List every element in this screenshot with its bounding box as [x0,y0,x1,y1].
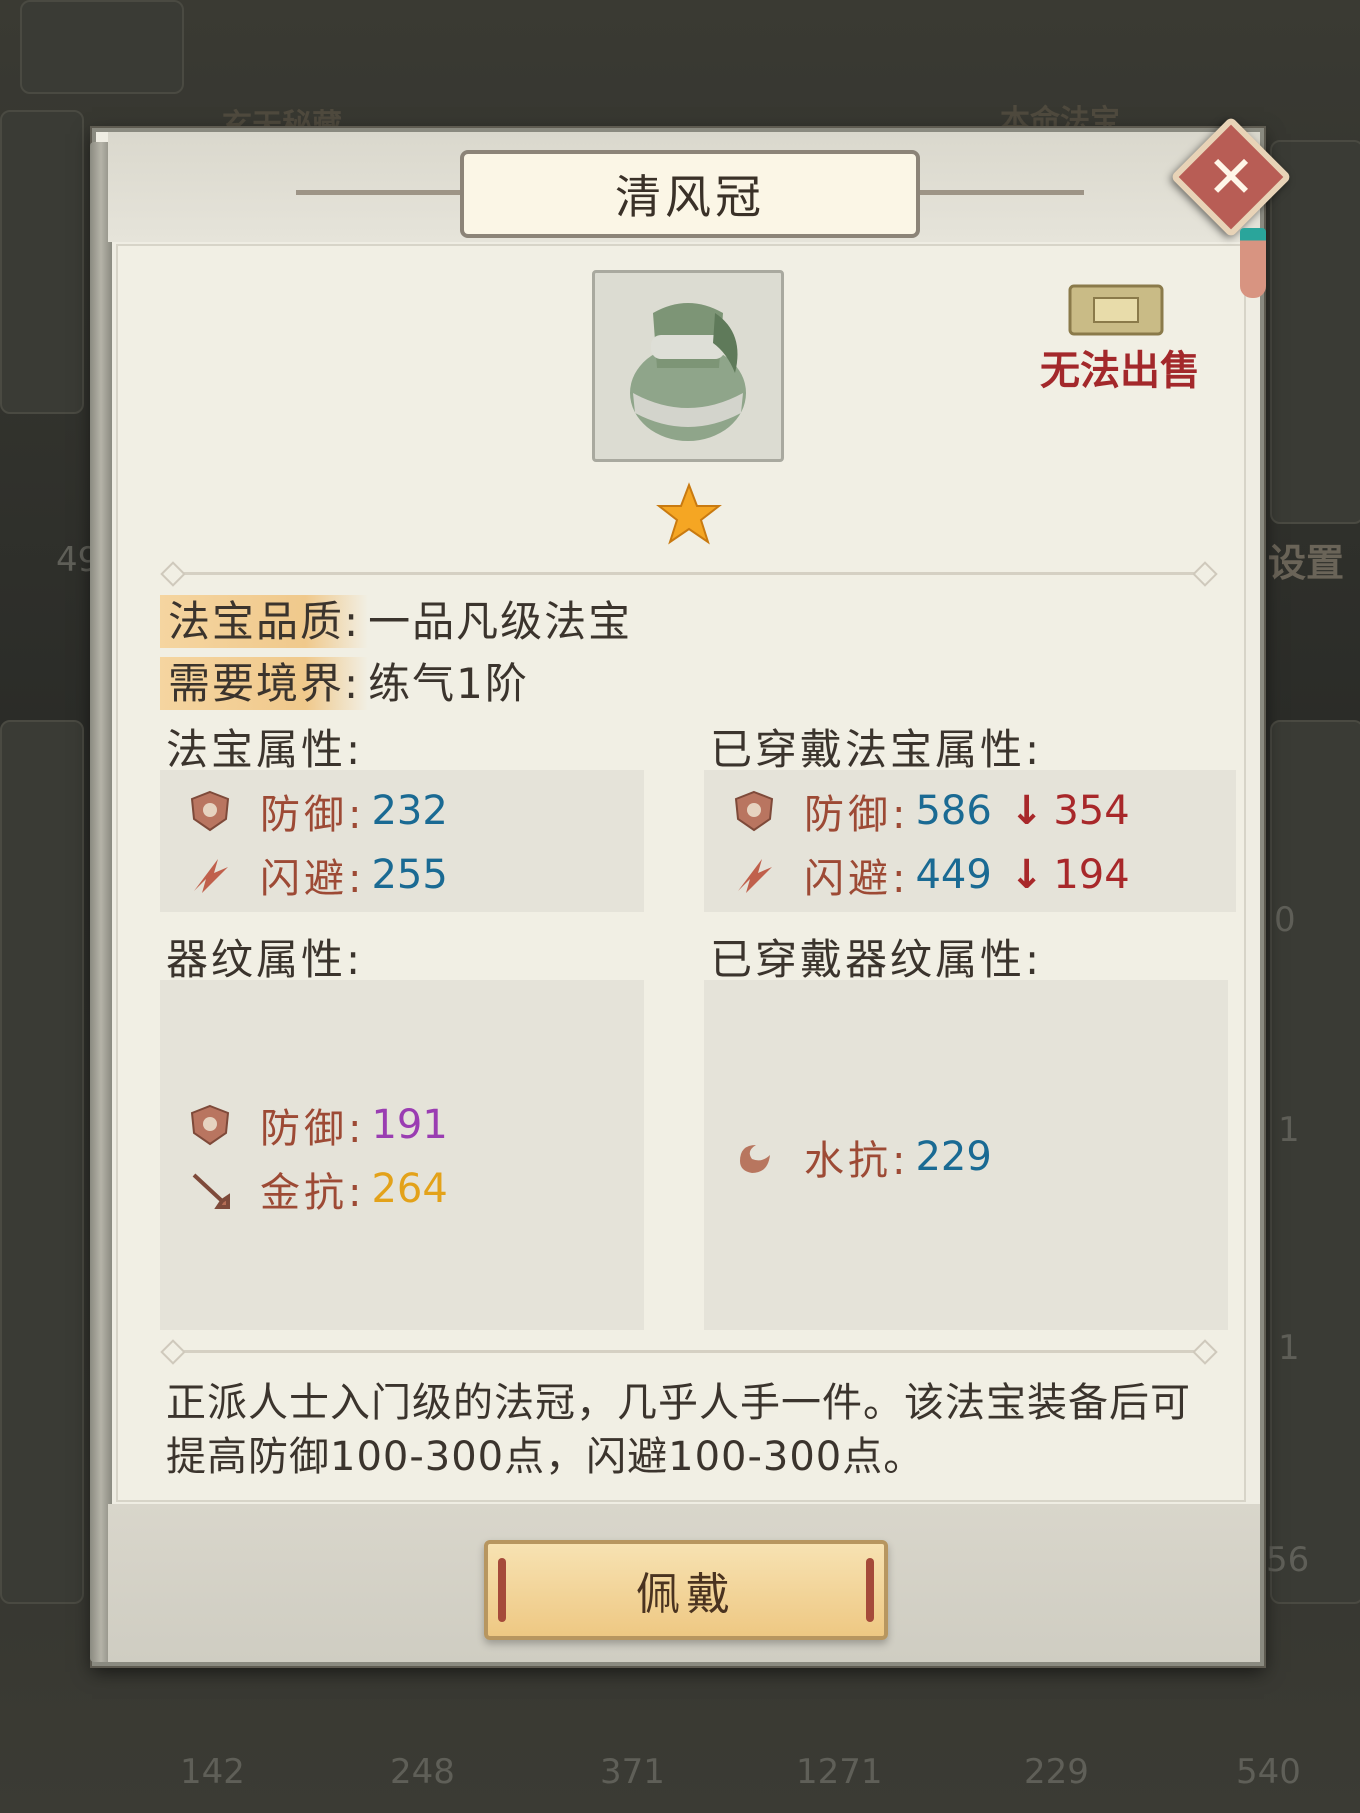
bg-item-count: 371 [600,1752,665,1792]
bg-item-count: 1271 [796,1752,883,1792]
bg-item-count: 142 [180,1752,245,1792]
divider-top [174,572,1200,575]
bg-slot [20,0,184,94]
realm-row: 需要境界: 练气1阶 [160,650,529,711]
quality-label: 法宝品质: [160,595,369,648]
stat-label: 金抗: [260,1170,366,1216]
stat-label: 防御: [260,792,366,838]
bg-slot [0,720,84,1604]
metal-resist-icon [192,1173,230,1209]
stat-diff: 194 [1053,852,1130,898]
title-ornament-left [296,190,466,195]
bg-slot [1270,140,1360,524]
tassel-decoration [1240,228,1266,298]
stat-row: 防御: 191 [188,1096,448,1154]
panel-rail [90,142,112,1662]
green-cap-icon [630,303,746,441]
decrease-arrow-icon: ↓ [1009,852,1044,898]
water-resist-icon [740,1145,770,1173]
bg-label-settings[interactable]: 设置 [1268,532,1344,587]
item-icon-frame [592,270,784,462]
decrease-arrow-icon: ↓ [1009,788,1044,834]
treasure-attr-title: 法宝属性: [166,725,364,774]
stat-row: 闪避: 449 ↓ 194 [732,846,1130,904]
title-ornament-right [914,190,1084,195]
stat-value: 229 [915,1134,992,1180]
dodge-icon [738,859,772,893]
wear-button[interactable]: 佩戴 [484,1540,888,1640]
stat-value: 586 [915,788,992,834]
defense-icon [190,1104,230,1146]
stat-label: 水抗: [804,1138,910,1184]
stat-value: 264 [371,1166,448,1212]
defense-icon [734,790,774,832]
stat-diff: 354 [1053,788,1130,834]
stat-label: 防御: [804,792,910,838]
button-cap-left [498,1558,506,1622]
divider-bottom [174,1350,1200,1353]
button-cap-right [866,1558,874,1622]
worn-rune-attr-title: 已穿戴器纹属性: [710,935,1043,984]
stat-row: 防御: 586 ↓ 354 [732,782,1130,840]
sell-locked-icon [1068,284,1164,336]
bg-item-count: 248 [390,1752,455,1792]
defense-icon [190,790,230,832]
worn-treasure-attr-title: 已穿戴法宝属性: [710,725,1043,774]
stat-label: 闪避: [804,856,910,902]
stat-value: 232 [371,788,448,834]
bg-slot [1270,720,1360,1604]
star-icon [656,482,722,545]
realm-label: 需要境界: [160,657,369,710]
bg-number: 1 [1278,1110,1300,1150]
realm-value: 练气1阶 [368,659,529,708]
stat-label: 防御: [260,1106,366,1152]
bg-slot [0,110,84,414]
stat-value: 449 [915,852,992,898]
stat-row: 水抗: 229 [732,1128,992,1186]
quality-row: 法宝品质: 一品凡级法宝 [160,588,632,649]
bg-item-count: 540 [1236,1752,1301,1792]
quality-value: 一品凡级法宝 [368,597,633,646]
dodge-icon [194,859,228,893]
stat-row: 金抗: 264 [188,1160,448,1218]
bg-number: 56 [1266,1540,1310,1580]
close-icon: ✕ [1206,143,1256,211]
item-description: 正派人士入门级的法冠，几乎人手一件。该法宝装备后可提高防御100-300点，闪避… [166,1380,1191,1480]
dialog-title: 清风冠 [460,150,920,238]
stat-value: 255 [371,852,448,898]
stat-row: 闪避: 255 [188,846,448,904]
bg-item-count: 229 [1024,1752,1089,1792]
bg-number: 0 [1274,900,1296,940]
rune-attr-box [160,980,644,1330]
wear-button-label: 佩戴 [636,1569,736,1620]
bg-number: 1 [1278,1328,1300,1368]
stat-row: 防御: 232 [188,782,448,840]
stat-label: 闪避: [260,856,366,902]
rune-attr-title: 器纹属性: [166,935,364,984]
sell-status: 无法出售 [1040,348,1200,394]
stat-value: 191 [371,1102,448,1148]
